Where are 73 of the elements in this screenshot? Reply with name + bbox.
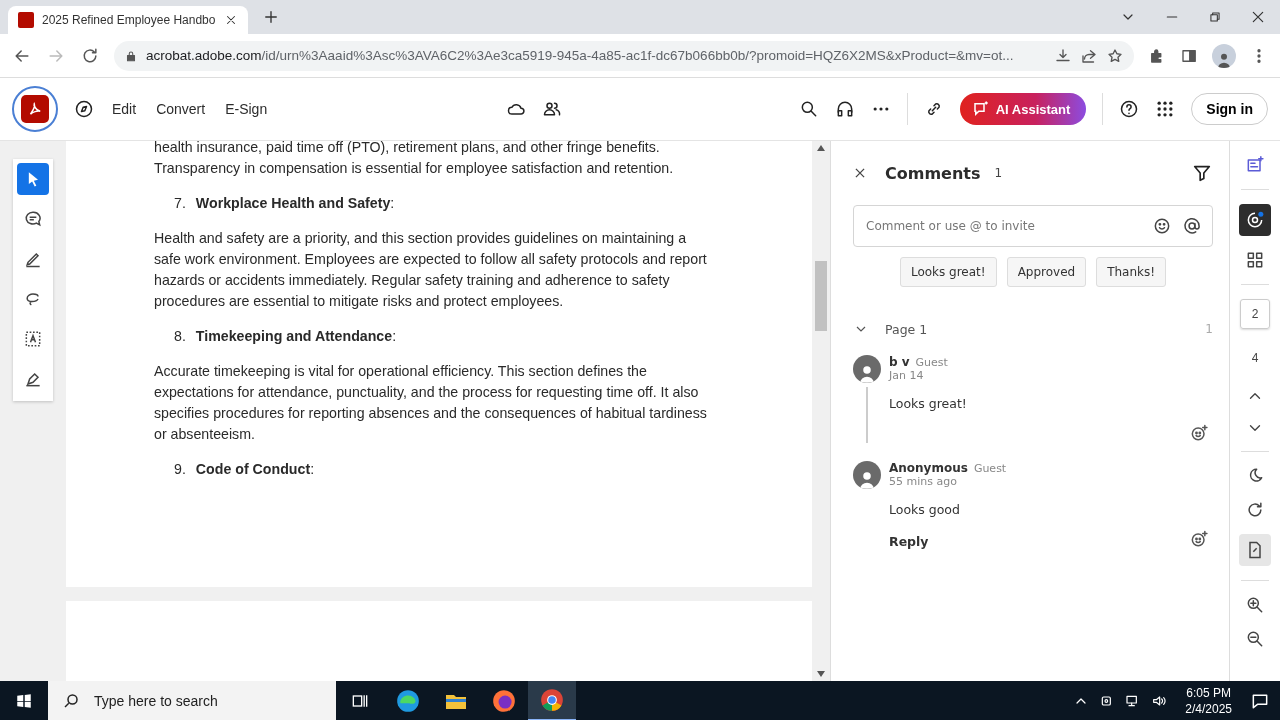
close-icon[interactable] — [224, 13, 238, 27]
clock-time: 6:05 PM — [1185, 685, 1232, 701]
browser-tab[interactable]: 2025 Refined Employee Handbo — [8, 6, 248, 34]
scroll-up-icon[interactable] — [817, 145, 825, 151]
document-paragraph: health insurance, paid time off (PTO), retirement plans, and other fringe benefits. Transparency in compensation is essential for employee satisfaction and retention. — [154, 138, 675, 178]
restore-icon[interactable] — [1208, 10, 1222, 24]
page-fit-button[interactable] — [1239, 534, 1271, 566]
page-group-label[interactable]: Page 1 — [885, 321, 928, 337]
add-reaction-icon[interactable] — [1189, 423, 1209, 443]
taskbar-search-field[interactable]: Type here to search — [92, 692, 322, 710]
comment-box[interactable]: Comment or use @ to invite — [853, 205, 1213, 247]
quick-reply-button[interactable]: Looks great! — [899, 257, 997, 287]
comment-field[interactable]: Comment or use @ to invite — [864, 218, 1142, 234]
avatar-icon — [853, 355, 881, 383]
plus-icon[interactable] — [262, 8, 280, 26]
clock-date: 2/4/2025 — [1185, 701, 1232, 717]
help-icon[interactable] — [1119, 99, 1140, 119]
zoom-in-icon[interactable] — [1245, 595, 1265, 615]
avatar-icon — [853, 461, 881, 489]
quick-reply-button[interactable]: Approved — [1006, 257, 1087, 287]
page-number[interactable]: 4 — [1240, 343, 1270, 373]
menu-item[interactable]: Edit — [110, 97, 139, 121]
comment-count: 1 — [994, 166, 1003, 180]
document-paragraph: Health and safety are a priority, and this section provides guidelines on maintaining a safe work environment. Employees are expected to follow all safety protocols and report hazards or accidents immediately. Regular safety training and adherence to safety procedures are essential to mitigate risks and protect employees. — [154, 229, 708, 311]
lock-icon — [124, 48, 138, 63]
heading-number: 7. — [174, 194, 186, 213]
address-bar[interactable]: acrobat.adobe.com/id/urn%3Aaaid%3Asc%3AVA6C2%3Ae3ca5919-945a-4a85-ac1f-dc67b066bb0b/?promoid=HQZ6X2MS&xProduct=&mv=ot... — [114, 40, 1134, 71]
profile-icon[interactable] — [1212, 43, 1236, 68]
author-role: Guest — [973, 462, 1007, 475]
reply-link[interactable]: Reply — [889, 534, 929, 549]
document-paragraph: Accurate timekeeping is vital for operational efficiency. This section defines the expectations for attendance, punctuality, and the process for requesting time off. It also specifies procedures for reporting absences and the consequences of habitual tardiness or absenteeism. — [154, 362, 708, 444]
section-heading: Code of Conduct: — [195, 460, 315, 479]
thumbnails-icon[interactable] — [1245, 250, 1265, 270]
comment-text: Looks good — [889, 502, 961, 517]
comment-time: Jan 14 — [889, 369, 925, 382]
add-reaction-icon[interactable] — [1189, 529, 1209, 549]
ai-summary-icon[interactable] — [1245, 155, 1265, 175]
zoom-out-icon[interactable] — [1245, 629, 1265, 649]
notification-icon[interactable] — [1250, 691, 1270, 711]
section-heading: Timekeeping and Attendance: — [195, 327, 397, 346]
heading-number: 9. — [174, 460, 186, 479]
acrobat-logo[interactable] — [12, 86, 58, 132]
comment-author: b v — [889, 355, 910, 369]
search-icon — [62, 692, 80, 710]
menu-item[interactable]: Convert — [154, 97, 208, 121]
menu-item[interactable]: E-Sign — [223, 97, 270, 121]
mention-icon[interactable] — [1182, 216, 1202, 236]
page-number[interactable]: 2 — [1240, 299, 1270, 329]
ai-assistant-button[interactable]: AI Assistant — [959, 93, 1087, 125]
taskbar-search-box[interactable]: Type here to search — [48, 681, 336, 720]
comment-time: 55 mins ago — [889, 475, 958, 488]
comment-text: Looks great! — [889, 396, 968, 411]
sign-in-button[interactable]: Sign in — [1191, 93, 1268, 125]
scrollbar-thumb[interactable] — [815, 261, 827, 331]
tool-pointer-icon[interactable] — [17, 163, 49, 195]
comments-panel-button[interactable] — [1239, 204, 1271, 236]
section-heading: Workplace Health and Safety: — [195, 194, 395, 213]
author-role: Guest — [915, 356, 948, 369]
quick-reply-button[interactable]: Thanks! — [1096, 257, 1167, 287]
panel-title: Comments — [885, 163, 981, 183]
comment-author: Anonymous — [889, 461, 968, 475]
emoji-icon[interactable] — [1152, 216, 1172, 236]
windows-start-icon[interactable] — [15, 692, 33, 710]
page-comment-count: 1 — [1205, 322, 1213, 336]
scroll-down-icon[interactable] — [817, 671, 825, 677]
people-icon[interactable] — [541, 99, 562, 119]
close-button[interactable] — [853, 166, 867, 180]
volume-icon[interactable] — [1151, 693, 1168, 709]
chrome-icon[interactable] — [528, 681, 576, 720]
chat-sparkle-icon — [971, 100, 990, 118]
close-icon[interactable] — [1250, 9, 1266, 25]
compass-icon[interactable] — [74, 99, 94, 119]
heading-number: 8. — [174, 327, 186, 346]
